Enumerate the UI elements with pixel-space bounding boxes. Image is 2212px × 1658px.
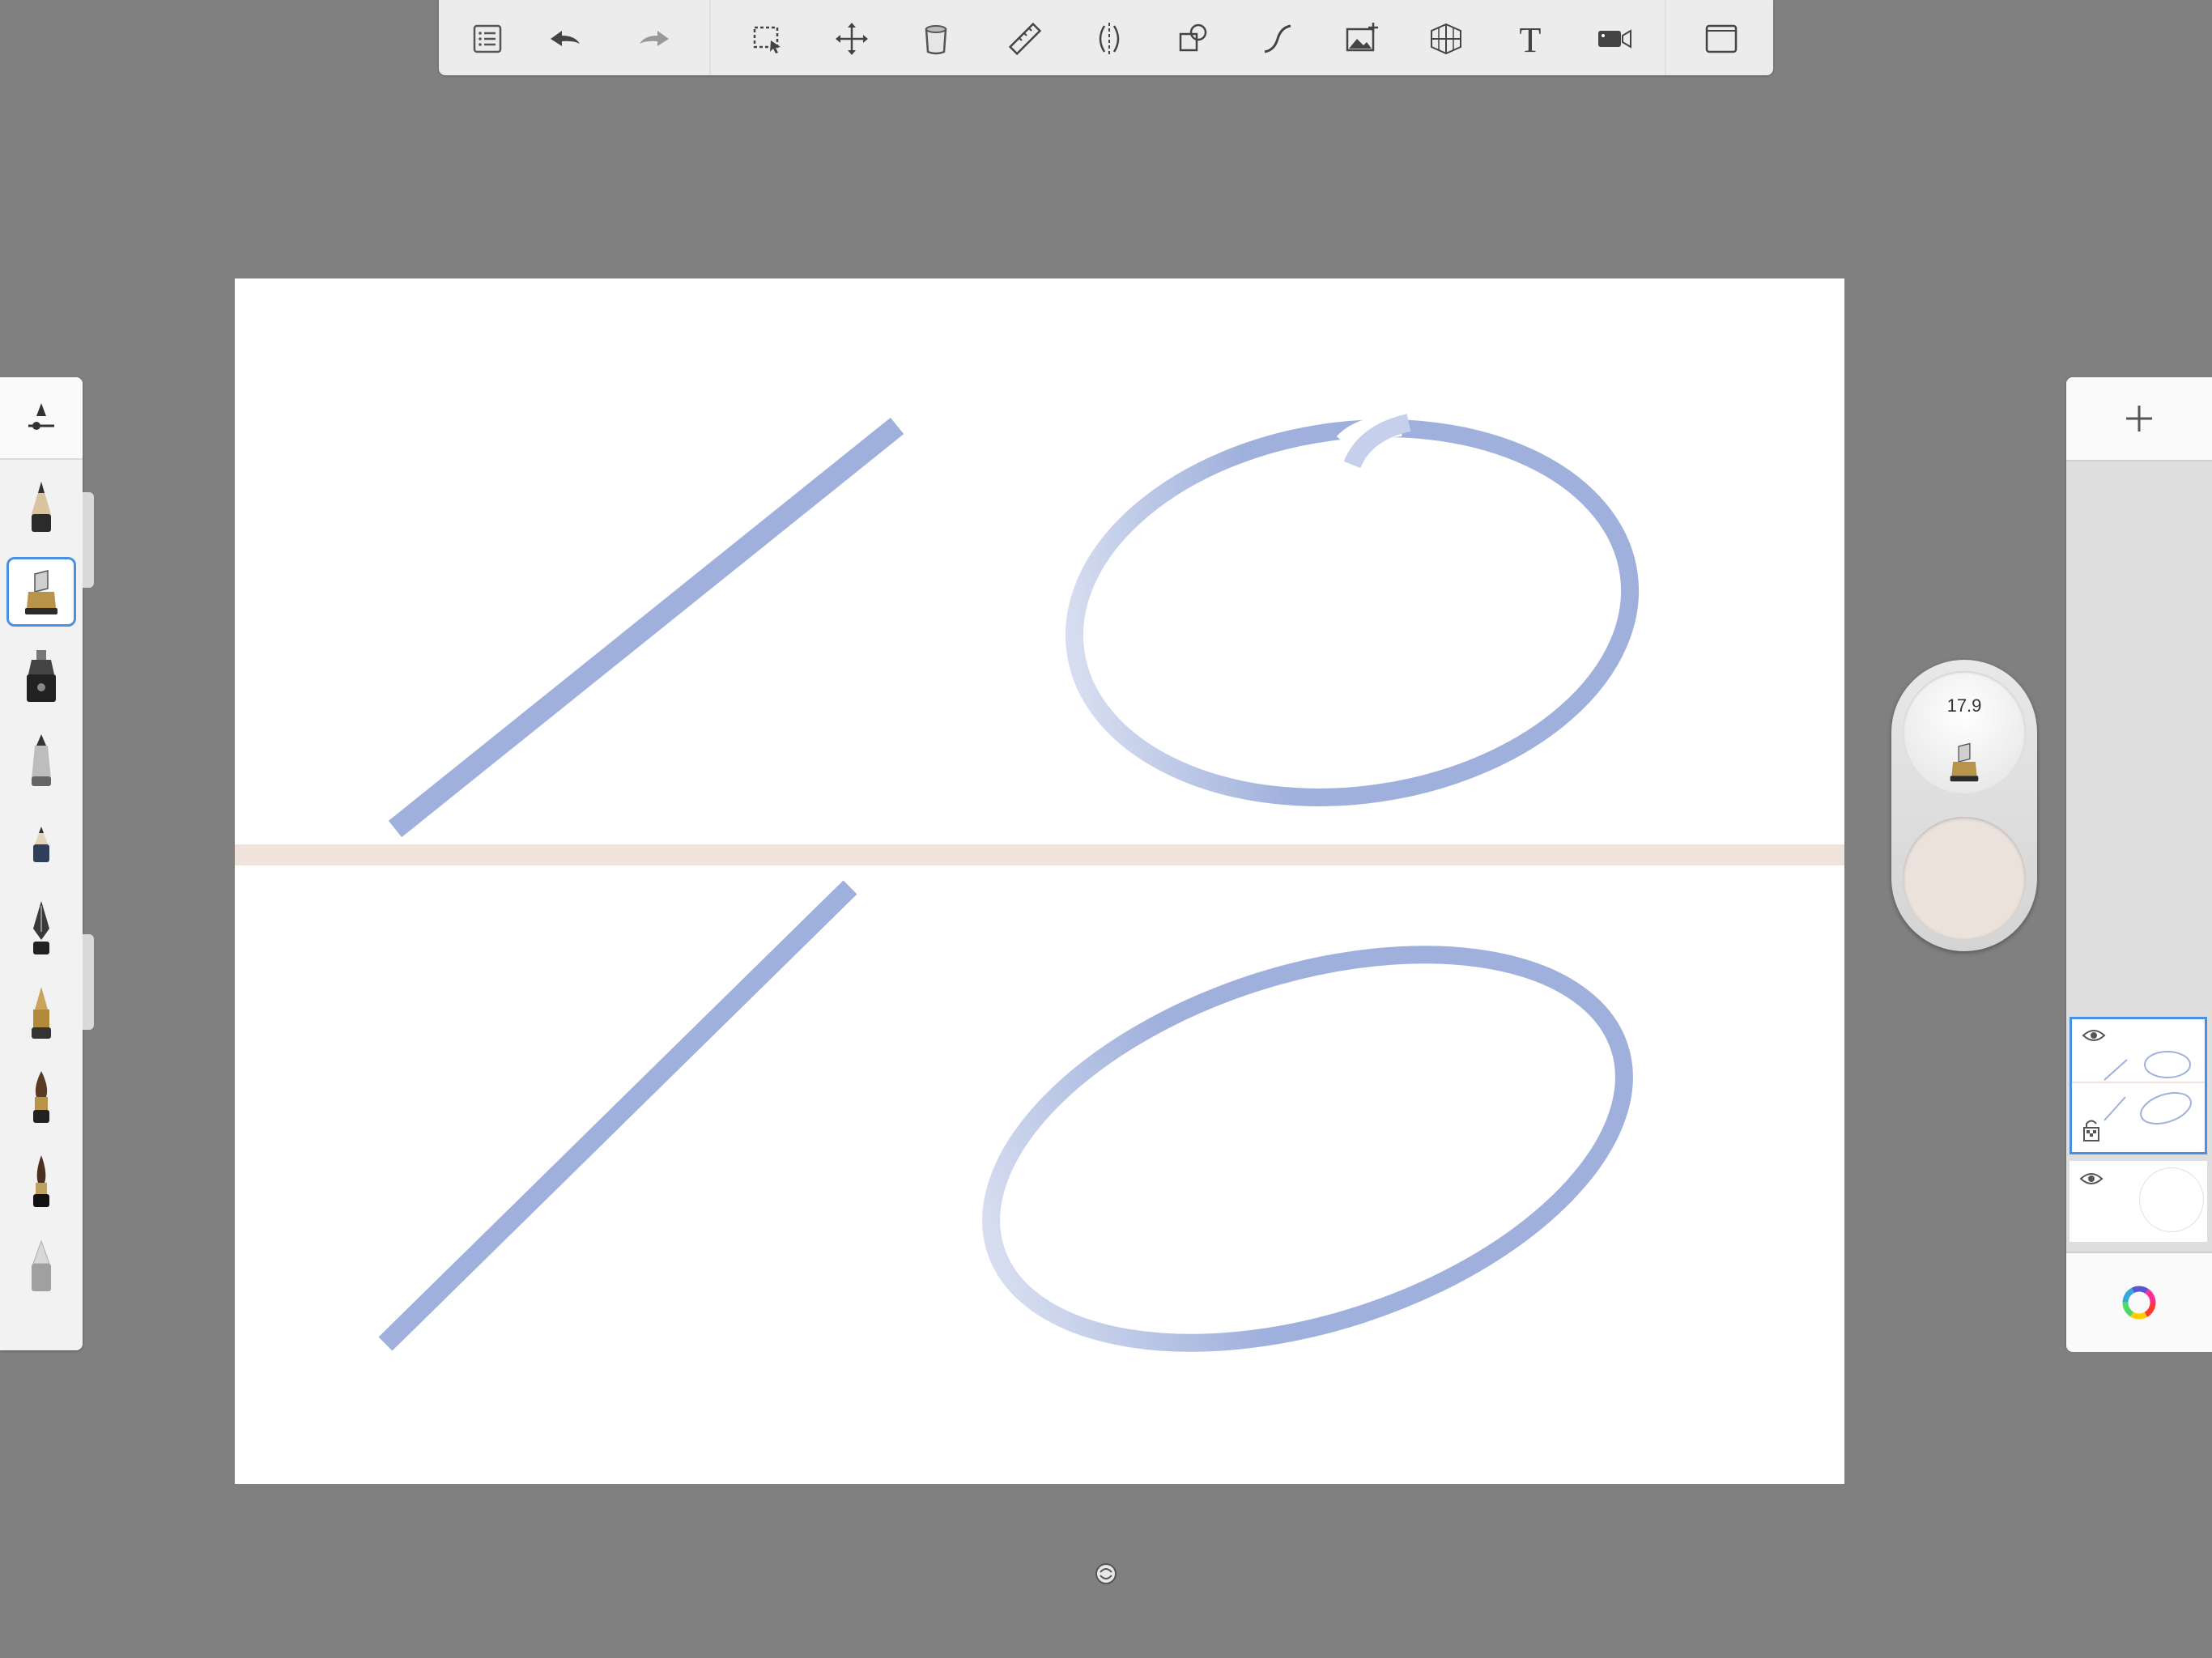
color-wheel-icon [2122, 1286, 2156, 1320]
layer-1[interactable] [2069, 1017, 2207, 1154]
drawing-canvas[interactable] [235, 278, 1844, 1484]
color-wheel-button[interactable] [2066, 1252, 2212, 1352]
pencil-icon [32, 482, 51, 532]
brush-puck[interactable]: 17.9 [1891, 660, 2037, 951]
ballpoint-icon [32, 734, 51, 786]
text-icon[interactable]: T [1504, 13, 1556, 65]
layer-background[interactable] [2069, 1161, 2207, 1242]
brush-pencil[interactable] [6, 473, 76, 542]
transform-icon[interactable] [826, 13, 878, 65]
brush-fountain-pen[interactable] [6, 978, 76, 1048]
brush-smudge[interactable] [6, 1231, 76, 1300]
time-lapse-icon[interactable] [1589, 13, 1640, 65]
brush-settings-icon [28, 403, 54, 430]
layers-panel [2066, 377, 2212, 1352]
brush-size-control[interactable]: 17.9 [1903, 671, 2026, 794]
lower-line-stroke [378, 880, 857, 1351]
paint-brush-icon [33, 1071, 49, 1123]
background-color-thumbnail [2139, 1167, 2204, 1232]
brush-ink-pen[interactable] [6, 894, 76, 963]
redo-icon[interactable] [628, 13, 680, 65]
toolbar-divider [1665, 0, 1666, 75]
fine-brush-icon [33, 1155, 49, 1207]
airbrush-icon [27, 650, 56, 702]
brush-ballpoint[interactable] [6, 725, 76, 795]
brush-airbrush[interactable] [6, 641, 76, 711]
ruler-icon[interactable] [999, 13, 1051, 65]
brush-marker[interactable] [6, 557, 76, 627]
marker-icon [25, 570, 57, 614]
current-brush-marker-icon [1950, 742, 1979, 782]
plus-icon [2126, 406, 2152, 432]
brush-paint-brush[interactable] [6, 1062, 76, 1132]
ink-pen-icon [33, 901, 49, 954]
toolbar-divider [709, 0, 711, 75]
top-toolbar: T [439, 0, 1773, 75]
fullscreen-icon[interactable] [1695, 13, 1747, 65]
brush-library-panel [0, 377, 83, 1350]
fountain-pen-icon [32, 987, 51, 1039]
brush-panel-scroll-handle[interactable] [83, 934, 94, 1030]
guide-line [235, 844, 1844, 865]
lower-ellipse-stroke [982, 946, 1633, 1352]
symmetry-icon[interactable] [1083, 13, 1135, 65]
add-layer-button[interactable] [2066, 377, 2212, 461]
brush-panel-scroll-handle[interactable] [83, 492, 94, 588]
lock-alpha-icon[interactable] [2082, 1118, 2101, 1142]
brush-soft-pencil[interactable] [6, 810, 76, 879]
brush-settings-button[interactable] [0, 377, 83, 460]
selection-icon[interactable] [742, 13, 793, 65]
smudge-icon [32, 1239, 51, 1291]
svg-text:T: T [1520, 20, 1542, 58]
undo-icon[interactable] [539, 13, 591, 65]
current-color-swatch[interactable] [1903, 817, 2026, 940]
fill-bucket-icon[interactable] [910, 13, 962, 65]
perspective-icon[interactable] [1420, 13, 1472, 65]
visibility-eye-icon[interactable] [2079, 1171, 2104, 1187]
brush-size-value: 17.9 [1946, 695, 1982, 716]
brush-fine-brush[interactable] [6, 1146, 76, 1216]
upper-line-stroke [388, 417, 904, 838]
shapes-icon[interactable] [1168, 13, 1219, 65]
list-icon[interactable] [462, 13, 513, 65]
canvas-reset-rotate-icon[interactable] [1093, 1561, 1119, 1587]
stroke-tool-icon[interactable] [1252, 13, 1304, 65]
canvas-strokes [235, 412, 1844, 1352]
soft-pencil-icon [33, 827, 49, 862]
import-image-icon[interactable] [1336, 13, 1388, 65]
visibility-eye-icon[interactable] [2082, 1027, 2106, 1044]
